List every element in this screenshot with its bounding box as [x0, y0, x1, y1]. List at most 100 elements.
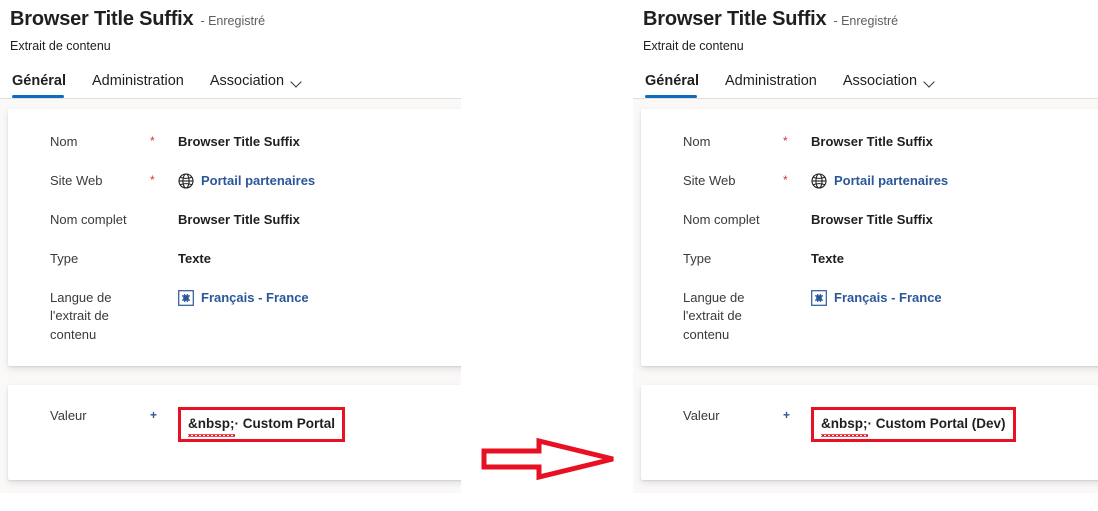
required-star-icon: *: [150, 173, 155, 187]
tab-administration-label: Administration: [725, 73, 817, 89]
field-langue-required-marker: [150, 289, 178, 290]
required-star-icon: *: [783, 173, 788, 187]
required-star-icon: *: [783, 134, 788, 148]
field-langue-label: Langue de l'extrait de contenu: [50, 290, 112, 342]
globe-icon: [811, 173, 827, 189]
tab-general[interactable]: Général: [12, 73, 66, 98]
field-type-value[interactable]: Texte: [178, 250, 461, 268]
field-type-label: Type: [50, 251, 79, 266]
field-langue: Langue de l'extrait de contenu Français …: [8, 281, 461, 352]
field-type-label: Type: [683, 251, 712, 266]
tab-association[interactable]: Association: [210, 73, 302, 98]
field-langue: Langue de l'extrait de contenu Français …: [641, 281, 1098, 352]
right-arrow-icon: [481, 437, 614, 481]
field-nom-complet-required-marker: [783, 211, 811, 212]
field-langue-link-text[interactable]: Français - France: [201, 289, 309, 307]
value-rest-right: · Custom Portal (Dev): [867, 416, 1006, 432]
field-nom: Nom * Browser Title Suffix: [8, 125, 461, 164]
language-icon: [178, 290, 194, 307]
language-icon: [811, 290, 827, 307]
required-star-icon: *: [150, 134, 155, 148]
field-nom-label: Nom: [50, 134, 78, 149]
field-valeur: Valeur + &nbsp;· Custom Portal (Dev): [641, 399, 1098, 449]
field-site-web-required-marker: *: [783, 172, 811, 189]
entity-type-label: Extrait de contenu: [10, 39, 111, 53]
field-type-required-marker: [150, 250, 178, 251]
field-langue-link-text[interactable]: Français - France: [834, 289, 942, 307]
value-highlight-box-right: &nbsp;· Custom Portal (Dev): [811, 407, 1016, 442]
tab-association[interactable]: Association: [843, 73, 935, 98]
field-nom-complet: Nom complet Browser Title Suffix: [8, 203, 461, 242]
comparison-stage: Browser Title Suffix - Enregistré Extrai…: [0, 0, 1098, 511]
field-valeur-label: Valeur: [683, 408, 720, 424]
save-status: - Enregistré: [833, 14, 899, 28]
field-valeur-required-marker: +: [783, 407, 811, 424]
field-type: Type Texte: [641, 242, 1098, 281]
field-nom-required-marker: *: [783, 133, 811, 150]
field-valeur: Valeur + &nbsp;· Custom Portal: [8, 399, 461, 449]
field-site-web-label: Site Web: [683, 173, 736, 188]
left-screenshot-panel: Browser Title Suffix - Enregistré Extrai…: [0, 0, 461, 511]
value-text-left[interactable]: &nbsp;· Custom Portal: [188, 414, 335, 437]
field-nom-complet: Nom complet Browser Title Suffix: [641, 203, 1098, 242]
field-site-web: Site Web * Portail partenaires: [641, 164, 1098, 203]
tab-association-label: Association: [209, 73, 285, 89]
misspelled-token: &nbsp;: [188, 414, 235, 437]
tab-general[interactable]: Général: [645, 73, 699, 98]
field-site-web-required-marker: *: [150, 172, 178, 189]
field-nom-value[interactable]: Browser Title Suffix: [811, 133, 1098, 151]
field-nom-complet-required-marker: [150, 211, 178, 212]
tab-general-label: Général: [12, 73, 66, 89]
tab-general-label: Général: [645, 73, 699, 89]
field-valeur-value-wrap: &nbsp;· Custom Portal: [178, 407, 461, 442]
field-nom-value[interactable]: Browser Title Suffix: [178, 133, 461, 151]
left-app-window: Browser Title Suffix - Enregistré Extrai…: [0, 0, 461, 511]
field-nom-label: Nom: [683, 134, 711, 149]
tab-bar: Général Administration Association: [643, 66, 1098, 98]
field-valeur-label: Valeur: [50, 408, 87, 424]
field-nom-complet-label: Nom complet: [683, 212, 760, 227]
right-form-body: Nom * Browser Title Suffix Site Web * Po…: [633, 99, 1098, 493]
field-type-required-marker: [783, 250, 811, 251]
field-nom: Nom * Browser Title Suffix: [641, 125, 1098, 164]
field-type-value[interactable]: Texte: [811, 250, 1098, 268]
tab-bar: Général Administration Association: [10, 66, 461, 98]
misspelled-token: &nbsp;: [821, 414, 868, 437]
left-header: Browser Title Suffix - Enregistré Extrai…: [0, 0, 461, 98]
tab-administration-label: Administration: [92, 73, 184, 89]
field-nom-complet-value[interactable]: Browser Title Suffix: [811, 211, 1098, 229]
tab-administration[interactable]: Administration: [725, 73, 817, 98]
page-title: Browser Title Suffix: [643, 8, 827, 30]
left-form-body: Nom * Browser Title Suffix Site Web * Po…: [0, 99, 461, 493]
value-highlight-box-left: &nbsp;· Custom Portal: [178, 407, 346, 442]
save-status: - Enregistré: [200, 14, 266, 28]
field-site-web-link-text[interactable]: Portail partenaires: [834, 172, 948, 190]
field-langue-value[interactable]: Français - France: [811, 289, 1098, 307]
right-header: Browser Title Suffix - Enregistré Extrai…: [633, 0, 1098, 98]
field-site-web-label: Site Web: [50, 173, 103, 188]
field-langue-label: Langue de l'extrait de contenu: [683, 290, 745, 342]
plus-icon: +: [150, 408, 158, 423]
field-nom-required-marker: *: [150, 133, 178, 150]
value-text-right[interactable]: &nbsp;· Custom Portal (Dev): [821, 414, 1006, 437]
field-valeur-value-wrap: &nbsp;· Custom Portal (Dev): [811, 407, 1098, 442]
field-site-web-link-text[interactable]: Portail partenaires: [201, 172, 315, 190]
field-site-web-value[interactable]: Portail partenaires: [811, 172, 1098, 190]
right-screenshot-panel: Browser Title Suffix - Enregistré Extrai…: [633, 0, 1098, 511]
field-nom-complet-label: Nom complet: [50, 212, 127, 227]
page-title: Browser Title Suffix: [10, 8, 194, 30]
field-valeur-required-marker: +: [150, 407, 178, 424]
field-site-web: Site Web * Portail partenaires: [8, 164, 461, 203]
tab-association-label: Association: [842, 73, 918, 89]
value-card: Valeur + &nbsp;· Custom Portal (Dev): [641, 385, 1098, 480]
field-nom-complet-value[interactable]: Browser Title Suffix: [178, 211, 461, 229]
chevron-down-icon: [291, 77, 302, 88]
connector-arrow: [481, 437, 617, 481]
general-fields-card: Nom * Browser Title Suffix Site Web * Po…: [641, 109, 1098, 367]
field-site-web-value[interactable]: Portail partenaires: [178, 172, 461, 190]
plus-icon: +: [783, 408, 791, 423]
tab-administration[interactable]: Administration: [92, 73, 184, 98]
globe-icon: [178, 173, 194, 189]
field-langue-value[interactable]: Français - France: [178, 289, 461, 307]
field-langue-required-marker: [783, 289, 811, 290]
